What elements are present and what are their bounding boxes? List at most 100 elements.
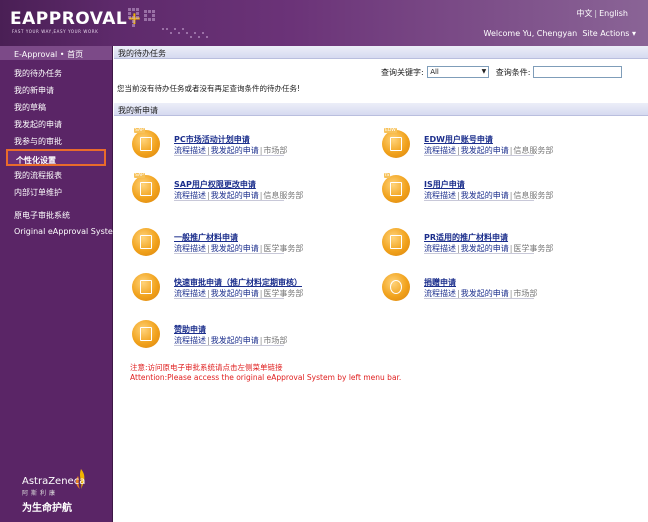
request-item: 捐赠申请 流程描述|我发起的申请|市场部 bbox=[382, 273, 582, 313]
search-condition-label: 查询条件: bbox=[495, 67, 531, 77]
department-label: 信息服务部 bbox=[513, 146, 554, 155]
search-keyword-select[interactable]: All ▼ bbox=[427, 66, 490, 78]
document-icon bbox=[132, 228, 160, 256]
attention-note: 注意:访问原电子审批系统请点击左侧菜单链接 Attention:Please a… bbox=[130, 363, 401, 383]
brand-name-cn: 阿斯利康 bbox=[22, 490, 59, 497]
department-label: 信息服务部 bbox=[513, 191, 554, 200]
new-request-section-header: 我的新申请 bbox=[114, 103, 648, 116]
search-condition-input[interactable] bbox=[533, 66, 622, 78]
divider bbox=[174, 155, 284, 156]
document-icon bbox=[132, 273, 160, 301]
process-desc-link[interactable]: 流程描述 bbox=[424, 289, 456, 298]
decorative-pattern-icon bbox=[128, 8, 208, 38]
my-initiated-link[interactable]: 我发起的申请 bbox=[211, 244, 259, 253]
process-desc-link[interactable]: 流程描述 bbox=[174, 146, 206, 155]
welcome-bar: Welcome Yu, Chengyan Site Actions ▾ bbox=[484, 29, 636, 38]
request-item: 赞助申请 流程描述|我发起的申请|市场部 bbox=[132, 320, 332, 360]
request-item: PR适用的推广材料申请 流程描述|我发起的申请|医学事务部 bbox=[382, 228, 582, 268]
lang-english-link[interactable]: English bbox=[599, 9, 628, 18]
request-title-link[interactable]: 赞助申请 bbox=[174, 324, 206, 335]
department-label: 医学事务部 bbox=[513, 244, 554, 253]
my-initiated-link[interactable]: 我发起的申请 bbox=[461, 289, 509, 298]
request-title-link[interactable]: 捐赠申请 bbox=[424, 277, 456, 288]
department-label: 医学事务部 bbox=[263, 244, 304, 253]
my-initiated-link[interactable]: 我发起的申请 bbox=[211, 289, 259, 298]
sidebar-item-my-drafts[interactable]: 我的草稿 bbox=[0, 98, 112, 115]
request-title-link[interactable]: PC市场活动计划申请 bbox=[174, 134, 250, 145]
my-initiated-link[interactable]: 我发起的申请 bbox=[211, 191, 259, 200]
attention-note-cn: 注意:访问原电子审批系统请点击左侧菜单链接 bbox=[130, 363, 283, 372]
left-sidebar: E-Approval • 首页 我的待办任务 我的新申请 我的草稿 我发起的申请… bbox=[0, 46, 121, 522]
process-desc-link[interactable]: 流程描述 bbox=[174, 191, 206, 200]
request-item: SAP PC市场活动计划申请 流程描述|我发起的申请|市场部 bbox=[132, 128, 332, 170]
search-row: 查询关键字: All ▼ 查询条件: bbox=[381, 66, 622, 80]
request-title-link[interactable]: SAP用户权限更改申请 bbox=[174, 179, 256, 190]
request-item: IS IS用户申请 流程描述|我发起的申请|信息服务部 bbox=[382, 173, 582, 215]
sidebar-item-personal-settings[interactable]: 个性化设置 bbox=[6, 149, 106, 166]
top-header: EAPPROVAL+ FAST YOUR WAY,EASY YOUR WORK … bbox=[0, 0, 648, 46]
sidebar-item-old-system-cn[interactable]: 原电子审批系统 bbox=[0, 206, 112, 223]
department-label: 市场部 bbox=[263, 146, 288, 155]
chevron-down-icon: ▾ bbox=[631, 29, 636, 38]
my-initiated-link[interactable]: 我发起的申请 bbox=[461, 191, 509, 200]
request-title-link[interactable]: IS用户申请 bbox=[424, 179, 465, 190]
icon-tag: SAP bbox=[134, 173, 145, 178]
chevron-down-icon: ▼ bbox=[481, 68, 487, 75]
sidebar-item-my-new-request[interactable]: 我的新申请 bbox=[0, 81, 112, 98]
sidebar-home-link[interactable]: E-Approval • 首页 bbox=[0, 46, 112, 60]
document-icon bbox=[382, 228, 410, 256]
request-item: EDW EDW用户账号申请 流程描述|我发起的申请|信息服务部 bbox=[382, 128, 582, 170]
brand-name: AstraZeneca bbox=[22, 476, 86, 487]
empty-todo-message: 您当前没有待办任务或者没有再足查询条件的待办任务! bbox=[117, 84, 301, 93]
sidebar-item-my-initiated[interactable]: 我发起的申请 bbox=[0, 115, 112, 132]
chart-document-icon: SAP bbox=[132, 128, 160, 158]
globe-icon bbox=[382, 273, 410, 301]
process-desc-link[interactable]: 流程描述 bbox=[424, 146, 456, 155]
process-desc-link[interactable]: 流程描述 bbox=[174, 289, 206, 298]
my-initiated-link[interactable]: 我发起的申请 bbox=[211, 336, 259, 345]
astrazeneca-logo: AstraZeneca 阿斯利康 为生命护航 bbox=[22, 476, 85, 514]
sidebar-item-my-approvals[interactable]: 我参与的审批 bbox=[0, 132, 112, 149]
request-title-link[interactable]: 一般推广材料申请 bbox=[174, 232, 238, 243]
request-title-link[interactable]: EDW用户账号申请 bbox=[424, 134, 493, 145]
request-title-link[interactable]: PR适用的推广材料申请 bbox=[424, 232, 508, 243]
todo-section-header: 我的待办任务 bbox=[114, 46, 648, 59]
divider bbox=[424, 298, 534, 299]
sidebar-menu: 我的待办任务 我的新申请 我的草稿 我发起的申请 我参与的审批 个性化设置 我的… bbox=[0, 64, 121, 240]
my-initiated-link[interactable]: 我发起的申请 bbox=[211, 146, 259, 155]
icon-tag: EDW bbox=[384, 128, 397, 133]
divider bbox=[174, 200, 284, 201]
process-desc-link[interactable]: 流程描述 bbox=[174, 244, 206, 253]
sidebar-item-old-system-en[interactable]: Original eApproval System bbox=[0, 223, 121, 240]
request-title-link[interactable]: 快速审批申请（推广材料定期审核） bbox=[174, 277, 302, 288]
sidebar-item-my-todo[interactable]: 我的待办任务 bbox=[0, 64, 112, 81]
language-switch: 中文 | English bbox=[576, 8, 628, 19]
divider bbox=[174, 253, 284, 254]
process-desc-link[interactable]: 流程描述 bbox=[174, 336, 206, 345]
is-user-icon: IS bbox=[382, 173, 410, 203]
request-item: 快速审批申请（推广材料定期审核） 流程描述|我发起的申请|医学事务部 bbox=[132, 273, 362, 313]
sponsorship-icon bbox=[132, 320, 160, 348]
attention-note-en: Attention:Please access the original eAp… bbox=[130, 373, 402, 382]
divider bbox=[174, 298, 284, 299]
logo-tagline: FAST YOUR WAY,EASY YOUR WORK bbox=[12, 29, 99, 34]
my-initiated-link[interactable]: 我发起的申请 bbox=[461, 146, 509, 155]
site-actions-menu[interactable]: Site Actions ▾ bbox=[580, 29, 636, 38]
logo-text: EAPPROVAL bbox=[10, 9, 128, 29]
department-label: 市场部 bbox=[263, 336, 288, 345]
icon-tag: SAP bbox=[134, 128, 145, 133]
lang-separator: | bbox=[594, 9, 598, 18]
process-desc-link[interactable]: 流程描述 bbox=[424, 191, 456, 200]
my-initiated-link[interactable]: 我发起的申请 bbox=[461, 244, 509, 253]
divider bbox=[174, 345, 284, 346]
site-actions-label: Site Actions bbox=[582, 29, 630, 38]
main-content: 我的待办任务 查询关键字: All ▼ 查询条件: 您当前没有待办任务或者没有再足… bbox=[114, 46, 648, 522]
divider bbox=[424, 200, 534, 201]
process-desc-link[interactable]: 流程描述 bbox=[424, 244, 456, 253]
welcome-user[interactable]: Welcome Yu, Chengyan bbox=[484, 29, 578, 38]
department-label: 市场部 bbox=[513, 289, 538, 298]
sidebar-item-flow-report[interactable]: 我的流程报表 bbox=[0, 166, 112, 183]
icon-tag: IS bbox=[384, 173, 391, 178]
sidebar-item-internal-order[interactable]: 内部订单维护 bbox=[0, 183, 112, 200]
lang-chinese-link[interactable]: 中文 bbox=[576, 9, 592, 18]
